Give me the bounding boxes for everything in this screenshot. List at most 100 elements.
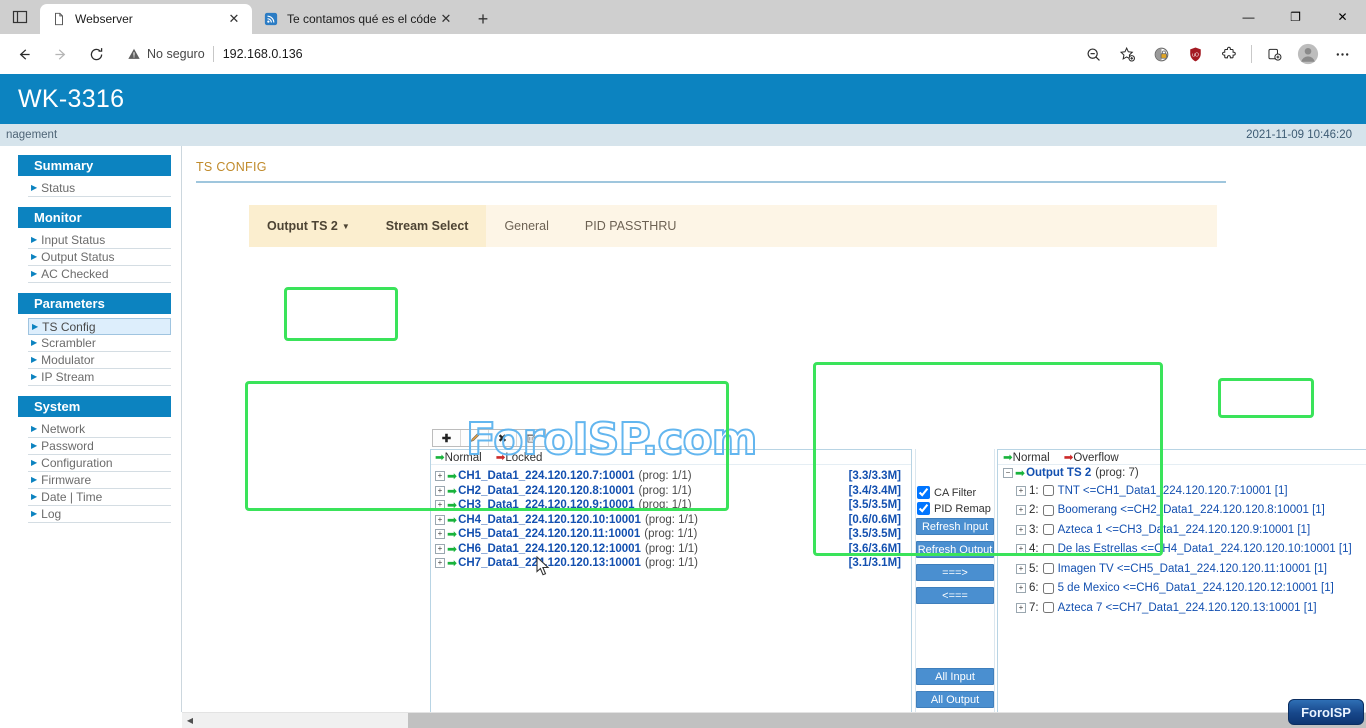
zoom-out-icon[interactable] — [1078, 39, 1108, 69]
ca-filter-row[interactable]: CA Filter — [916, 486, 994, 499]
input-channel-row[interactable]: + ➡ CH3_Data1_224.120.120.9:10001 (prog:… — [435, 498, 907, 513]
scrollbar-left-filler — [0, 712, 182, 728]
output-program-row[interactable]: + 7: Azteca 7 <=CH7_Data1_224.120.120.13… — [998, 598, 1366, 618]
close-icon[interactable]: ✕ — [436, 9, 456, 29]
close-icon[interactable]: ✕ — [224, 9, 244, 29]
maximize-icon[interactable]: ❐ — [1272, 0, 1319, 34]
move-right-button[interactable]: ===> — [916, 564, 994, 581]
pid-remap-row[interactable]: PID Remap — [916, 502, 994, 515]
scrollbar-thumb[interactable] — [408, 713, 1366, 728]
sidebar-item-ac-checked[interactable]: ▶ AC Checked — [28, 266, 171, 283]
input-channel-row[interactable]: + ➡ CH7_Data1_224.120.120.13:10001 (prog… — [435, 556, 907, 571]
back-arrow-icon[interactable] — [7, 37, 41, 71]
expand-icon[interactable]: + — [1016, 564, 1026, 574]
program-checkbox[interactable] — [1043, 583, 1054, 594]
expand-icon[interactable]: + — [1016, 603, 1026, 613]
expand-icon[interactable]: + — [435, 471, 445, 481]
close-x-icon[interactable]: ✖ — [489, 430, 517, 446]
expand-icon[interactable]: + — [1016, 505, 1026, 515]
program-checkbox[interactable] — [1043, 563, 1054, 574]
shield-ublock-icon[interactable]: uO — [1180, 39, 1210, 69]
sidebar-item-input-status[interactable]: ▶ Input Status — [28, 232, 171, 249]
forward-arrow-icon — [43, 37, 77, 71]
input-stream-panel: ➡Normal ➡Locked + ➡ CH1_Data1_224.120.12… — [430, 449, 912, 728]
sidebar-item-configuration[interactable]: ▶ Configuration — [28, 455, 171, 472]
browser-tab-0[interactable]: Webserver ✕ — [40, 4, 252, 34]
expand-icon[interactable]: + — [435, 558, 445, 568]
expand-icon[interactable]: + — [1016, 583, 1026, 593]
add-icon[interactable]: ✚ — [433, 430, 461, 446]
expand-icon[interactable]: + — [1016, 544, 1026, 554]
sidebar-item-scrambler[interactable]: ▶ Scrambler — [28, 335, 171, 352]
sidebar-item-password[interactable]: ▶ Password — [28, 438, 171, 455]
output-ts-root-row[interactable]: − ➡ Output TS 2 (prog: 7) [20.6/27.0M] — [998, 465, 1366, 481]
scroll-left-arrow-icon[interactable]: ◀ — [182, 713, 198, 728]
move-left-button[interactable]: <=== — [916, 587, 994, 604]
input-legend: ➡Normal ➡Locked — [431, 450, 911, 465]
collapse-icon[interactable]: − — [1003, 468, 1013, 478]
sidebar-item-firmware[interactable]: ▶ Firmware — [28, 472, 171, 489]
reload-icon[interactable] — [79, 37, 113, 71]
sidebar-item-ts-config[interactable]: ▶ TS Config — [28, 318, 171, 335]
collections-icon[interactable] — [1259, 39, 1289, 69]
tab-stream-select[interactable]: Stream Select — [368, 205, 487, 247]
pid-remap-checkbox[interactable] — [917, 502, 930, 515]
expand-icon[interactable]: + — [1016, 486, 1026, 496]
output-program-row[interactable]: + 6: 5 de Mexico <=CH6_Data1_224.120.120… — [998, 579, 1366, 599]
expand-icon[interactable]: + — [435, 515, 445, 525]
sidebar-item-modulator[interactable]: ▶ Modulator — [28, 352, 171, 369]
input-channel-row[interactable]: + ➡ CH6_Data1_224.120.120.12:10001 (prog… — [435, 542, 907, 557]
output-program-row[interactable]: + 1: TNT <=CH1_Data1_224.120.120.7:10001… — [998, 481, 1366, 501]
output-program-row[interactable]: + 4: De las Estrellas <=CH4_Data1_224.12… — [998, 540, 1366, 560]
tab-general[interactable]: General — [486, 205, 566, 247]
sidebar-item-ip-stream[interactable]: ▶ IP Stream — [28, 369, 171, 386]
profile-avatar-icon[interactable] — [1293, 39, 1323, 69]
output-program-row[interactable]: + 2: Boomerang <=CH2_Data1_224.120.120.8… — [998, 501, 1366, 521]
input-channel-row[interactable]: + ➡ CH5_Data1_224.120.120.11:10001 (prog… — [435, 527, 907, 542]
wallet-icon[interactable] — [1146, 39, 1176, 69]
program-checkbox[interactable] — [1043, 485, 1054, 496]
all-input-button[interactable]: All Input — [916, 668, 994, 685]
sidebar-item-date-time[interactable]: ▶ Date | Time — [28, 489, 171, 506]
more-options-icon[interactable] — [1327, 39, 1357, 69]
all-output-button[interactable]: All Output — [916, 691, 994, 708]
chevron-right-icon: ▶ — [31, 270, 37, 278]
expand-icon[interactable]: + — [435, 486, 445, 496]
sidebar-item-label: Password — [41, 439, 94, 453]
sidebar-item-network[interactable]: ▶ Network — [28, 421, 171, 438]
edit-pencil-icon[interactable] — [461, 430, 489, 446]
ca-filter-checkbox[interactable] — [917, 486, 930, 499]
program-checkbox[interactable] — [1043, 505, 1054, 516]
extensions-puzzle-icon[interactable] — [1214, 39, 1244, 69]
delete-trash-icon[interactable] — [517, 430, 545, 446]
expand-icon[interactable]: + — [435, 500, 445, 510]
expand-icon[interactable]: + — [435, 529, 445, 539]
channel-meta: (prog: 1/1) — [645, 543, 698, 555]
output-program-row[interactable]: + 3: Azteca 1 <=CH3_Data1_224.120.120.9:… — [998, 520, 1366, 540]
expand-icon[interactable]: + — [435, 544, 445, 554]
tab-output-ts-2[interactable]: Output TS 2 ▼ — [249, 205, 368, 247]
arrow-red-icon: ➡ — [1064, 452, 1074, 464]
window-close-icon[interactable]: ✕ — [1319, 0, 1366, 34]
horizontal-scrollbar[interactable]: ◀ — [182, 712, 1366, 728]
browser-tab-1[interactable]: Te contamos qué es el códec H.2 ✕ — [252, 4, 464, 34]
favorite-star-icon[interactable] — [1112, 39, 1142, 69]
program-checkbox[interactable] — [1043, 544, 1054, 555]
program-checkbox[interactable] — [1043, 602, 1054, 613]
sidebar-item-output-status[interactable]: ▶ Output Status — [28, 249, 171, 266]
refresh-input-button[interactable]: Refresh Input — [916, 518, 994, 535]
tab-list-icon[interactable] — [0, 0, 40, 34]
refresh-output-button[interactable]: Refresh Output — [916, 541, 994, 558]
sidebar-item-log[interactable]: ▶ Log — [28, 506, 171, 523]
input-channel-row[interactable]: + ➡ CH1_Data1_224.120.120.7:10001 (prog:… — [435, 469, 907, 484]
address-bar[interactable]: No seguro 192.168.0.136 — [119, 40, 1070, 68]
tab-pid-passthru[interactable]: PID PASSTHRU — [567, 205, 694, 247]
expand-icon[interactable]: + — [1016, 525, 1026, 535]
input-channel-row[interactable]: + ➡ CH4_Data1_224.120.120.10:10001 (prog… — [435, 513, 907, 528]
program-checkbox[interactable] — [1043, 524, 1054, 535]
input-channel-row[interactable]: + ➡ CH2_Data1_224.120.120.8:10001 (prog:… — [435, 484, 907, 499]
output-program-row[interactable]: + 5: Imagen TV <=CH5_Data1_224.120.120.1… — [998, 559, 1366, 579]
sidebar-item-status[interactable]: ▶ Status — [28, 180, 171, 197]
new-tab-button[interactable]: + — [468, 4, 498, 34]
minimize-icon[interactable]: — — [1225, 0, 1272, 34]
